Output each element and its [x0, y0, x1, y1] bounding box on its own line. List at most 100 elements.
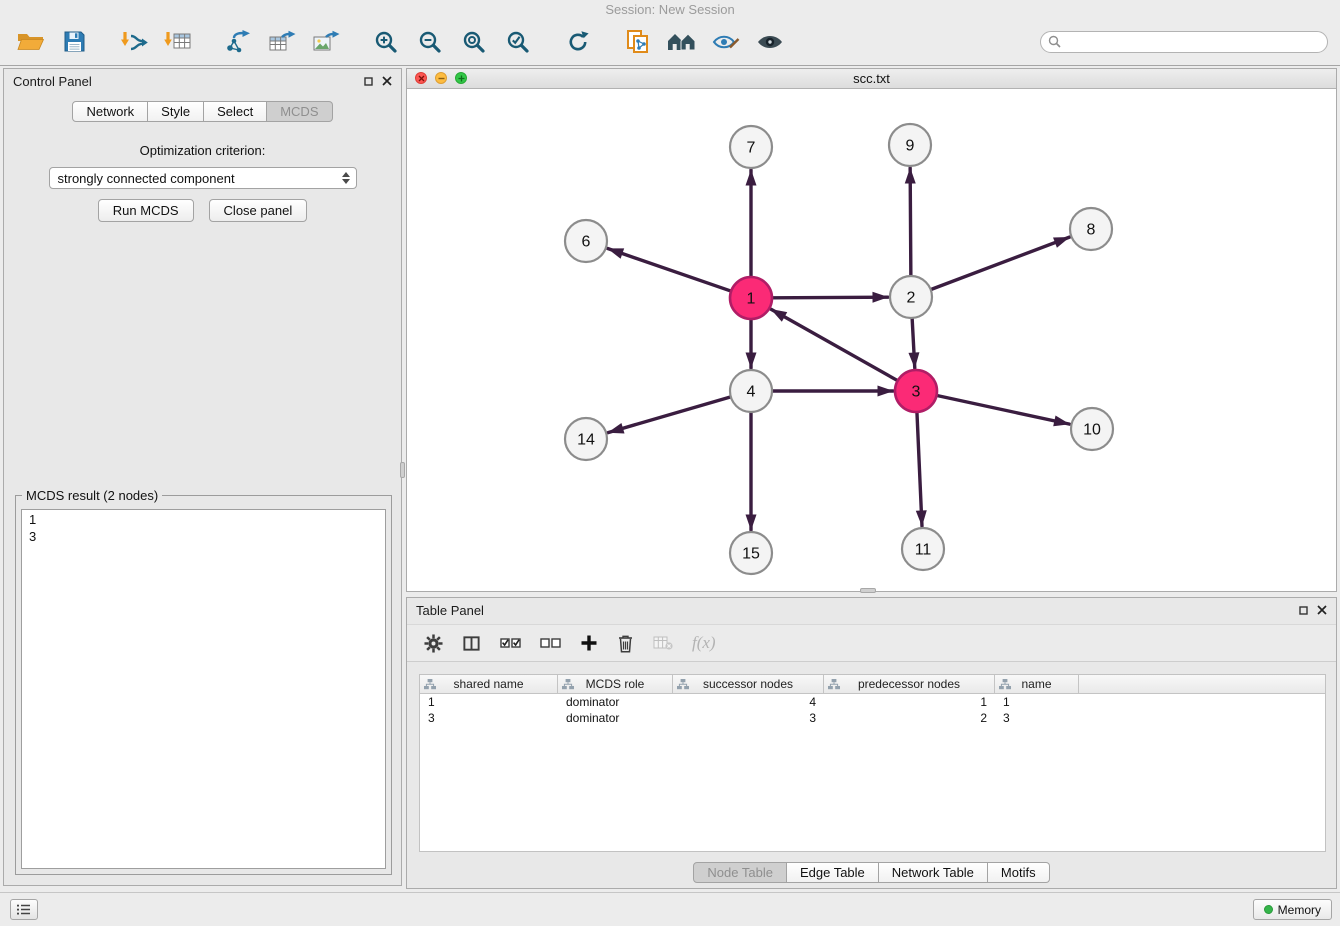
- open-session-button[interactable]: [12, 24, 48, 60]
- tab-network-table[interactable]: Network Table: [879, 862, 988, 883]
- node-8[interactable]: 8: [1070, 208, 1112, 250]
- node-2[interactable]: 2: [890, 276, 932, 318]
- import-network-button[interactable]: [116, 24, 152, 60]
- table-cell[interactable]: 3: [673, 711, 824, 725]
- column-header-successor-nodes[interactable]: successor nodes: [673, 675, 824, 693]
- window-close-icon[interactable]: [415, 72, 427, 84]
- criterion-select[interactable]: strongly connected component: [49, 167, 357, 189]
- tab-select[interactable]: Select: [204, 101, 267, 122]
- float-table-panel-icon[interactable]: [1299, 606, 1308, 615]
- node-label: 7: [747, 140, 756, 157]
- search-input[interactable]: [1066, 35, 1320, 49]
- node-15[interactable]: 15: [730, 532, 772, 574]
- node-6[interactable]: 6: [565, 220, 607, 262]
- table-cell[interactable]: dominator: [558, 711, 673, 725]
- table-cell[interactable]: 2: [824, 711, 995, 725]
- memory-button[interactable]: Memory: [1253, 899, 1332, 920]
- node-7[interactable]: 7: [730, 126, 772, 168]
- node-label: 8: [1087, 222, 1096, 239]
- zoom-in-button[interactable]: [368, 24, 404, 60]
- edge-3-to-10[interactable]: [938, 396, 1070, 425]
- table-cell[interactable]: 3: [420, 711, 558, 725]
- edge-2-to-3[interactable]: [912, 319, 915, 368]
- node-11[interactable]: 11: [902, 528, 944, 570]
- table-cell[interactable]: 3: [995, 711, 1079, 725]
- edge-1-to-2[interactable]: [773, 297, 888, 298]
- node-3[interactable]: 3: [895, 370, 937, 412]
- node-9[interactable]: 9: [889, 124, 931, 166]
- node-10[interactable]: 10: [1071, 408, 1113, 450]
- network-canvas[interactable]: 7 9 6 8 1 2 4 3 14 10 15 11: [407, 89, 1336, 591]
- export-table-icon: [268, 30, 296, 54]
- table-cell[interactable]: 1: [420, 695, 558, 709]
- refresh-icon: [566, 30, 590, 54]
- delete-table-button: [653, 635, 673, 651]
- copy-style-button[interactable]: [620, 24, 656, 60]
- edge-1-to-6[interactable]: [608, 249, 730, 291]
- toggle-column-panel-button[interactable]: [462, 634, 481, 653]
- table-cell[interactable]: dominator: [558, 695, 673, 709]
- node-14[interactable]: 14: [565, 418, 607, 460]
- node-4[interactable]: 4: [730, 370, 772, 412]
- window-minimize-icon[interactable]: [435, 72, 447, 84]
- mcds-result-list: 13: [21, 509, 386, 869]
- column-header-label: MCDS role: [586, 677, 645, 691]
- home-layout-button[interactable]: [664, 24, 700, 60]
- import-table-button[interactable]: [160, 24, 196, 60]
- table-row[interactable]: 1dominator411: [420, 694, 1325, 710]
- column-header-mcds-role[interactable]: MCDS role: [558, 675, 673, 693]
- mcds-result-box: MCDS result (2 nodes) 13: [15, 495, 392, 875]
- edge-3-to-11[interactable]: [917, 413, 922, 526]
- table-settings-button[interactable]: [424, 634, 443, 653]
- tab-node-table[interactable]: Node Table: [693, 862, 787, 883]
- show-hide-graphics-button[interactable]: [752, 24, 788, 60]
- refresh-view-button[interactable]: [560, 24, 596, 60]
- home-icon: [667, 31, 697, 53]
- zoom-selected-button[interactable]: [500, 24, 536, 60]
- delete-table-icon: [653, 635, 673, 651]
- tab-style[interactable]: Style: [148, 101, 204, 122]
- table-cell[interactable]: 1: [995, 695, 1079, 709]
- node-label: 4: [747, 384, 756, 401]
- export-network-button[interactable]: [220, 24, 256, 60]
- export-image-icon: [312, 30, 340, 54]
- column-type-icon: [424, 679, 436, 690]
- zoom-fit-button[interactable]: [456, 24, 492, 60]
- control-panel: Control Panel NetworkStyleSelectMCDS Opt…: [3, 68, 402, 886]
- close-panel-icon[interactable]: [382, 76, 392, 86]
- close-panel-button[interactable]: Close panel: [209, 199, 308, 222]
- float-panel-icon[interactable]: [364, 77, 373, 86]
- window-zoom-icon[interactable]: [455, 72, 467, 84]
- tab-edge-table[interactable]: Edge Table: [787, 862, 879, 883]
- edge-3-to-1[interactable]: [771, 309, 897, 380]
- task-history-button[interactable]: [10, 899, 38, 920]
- export-table-button[interactable]: [264, 24, 300, 60]
- deselect-all-columns-button[interactable]: [540, 636, 561, 650]
- column-header-shared-name[interactable]: shared name: [420, 675, 558, 693]
- vertical-splitter[interactable]: [400, 462, 405, 478]
- select-all-columns-button[interactable]: [500, 636, 521, 650]
- table-row[interactable]: 3dominator323: [420, 710, 1325, 726]
- export-image-button[interactable]: [308, 24, 344, 60]
- edge-2-to-9[interactable]: [910, 168, 911, 275]
- node-1[interactable]: 1: [730, 277, 772, 319]
- column-header-predecessor-nodes[interactable]: predecessor nodes: [824, 675, 995, 693]
- table-cell[interactable]: 4: [673, 695, 824, 709]
- tab-motifs[interactable]: Motifs: [988, 862, 1050, 883]
- close-table-panel-icon[interactable]: [1317, 605, 1327, 615]
- tab-mcds[interactable]: MCDS: [267, 101, 332, 122]
- edge-2-to-8[interactable]: [932, 237, 1070, 289]
- table-cell[interactable]: 1: [824, 695, 995, 709]
- column-header-name[interactable]: name: [995, 675, 1079, 693]
- zoom-out-button[interactable]: [412, 24, 448, 60]
- save-session-button[interactable]: [56, 24, 92, 60]
- search-field[interactable]: [1040, 31, 1328, 53]
- add-column-button[interactable]: [580, 634, 598, 652]
- save-icon: [63, 30, 86, 53]
- tab-network[interactable]: Network: [72, 101, 148, 122]
- edge-4-to-14[interactable]: [608, 397, 730, 432]
- style-preview-button[interactable]: [708, 24, 744, 60]
- delete-column-button[interactable]: [617, 634, 634, 653]
- run-mcds-button[interactable]: Run MCDS: [98, 199, 194, 222]
- horizontal-splitter[interactable]: [860, 588, 876, 593]
